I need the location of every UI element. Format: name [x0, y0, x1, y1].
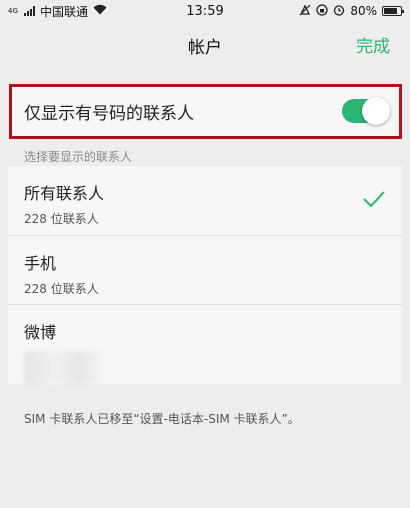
check-icon — [362, 190, 386, 212]
contact-source-list: 所有联系人 228 位联系人 手机 228 位联系人 微博 — [8, 166, 402, 385]
page-title: 帐户 — [188, 37, 222, 58]
battery-percent: 80% — [350, 4, 377, 18]
show-with-number-switch[interactable] — [342, 97, 390, 125]
lock-rotation-icon — [316, 3, 328, 19]
item-name: 微博 — [24, 323, 57, 342]
signal-strength-icon — [24, 6, 35, 16]
wifi-icon — [93, 4, 107, 18]
blurred-count — [24, 351, 102, 385]
item-count: 228 位联系人 — [24, 282, 99, 296]
battery-icon — [382, 6, 404, 16]
list-item-all-contacts[interactable]: 所有联系人 228 位联系人 — [8, 166, 402, 235]
show-with-number-row[interactable]: 仅显示有号码的联系人 — [8, 85, 402, 137]
done-button[interactable]: 完成 — [356, 32, 390, 57]
switch-knob — [362, 97, 390, 125]
alarm-icon — [333, 4, 345, 19]
item-count: 228 位联系人 — [24, 212, 99, 226]
footer-note: SIM 卡联系人已移至“设置-电话本-SIM 卡联系人”。 — [24, 412, 300, 426]
carrier-name: 中国联通 — [40, 4, 89, 19]
status-left: 4G 中国联通 — [8, 3, 107, 20]
network-type-badge: 4G — [8, 7, 18, 15]
item-name: 手机 — [24, 254, 57, 273]
status-bar: 4G 中国联通 13:59 80% — [0, 0, 410, 22]
show-with-number-label: 仅显示有号码的联系人 — [24, 103, 194, 124]
list-item-phone[interactable]: 手机 228 位联系人 — [8, 235, 402, 304]
vibrate-icon — [299, 4, 311, 19]
section-header: 选择要显示的联系人 — [24, 150, 133, 164]
status-right: 80% — [299, 3, 404, 19]
navigation-bar: 帐户 完成 — [0, 22, 410, 68]
item-name: 所有联系人 — [24, 184, 105, 203]
list-item-weibo[interactable]: 微博 — [8, 304, 402, 385]
